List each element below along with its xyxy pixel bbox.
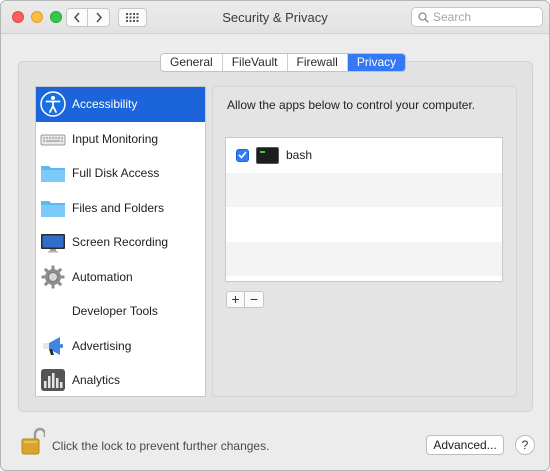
- empty-row: [226, 207, 502, 242]
- sidebar-item-automation[interactable]: Automation: [36, 260, 205, 295]
- megaphone-icon: [40, 333, 66, 359]
- sidebar-item-input-monitoring[interactable]: Input Monitoring: [36, 122, 205, 157]
- remove-app-button[interactable]: −: [245, 292, 263, 307]
- accessibility-icon: [40, 91, 66, 117]
- sidebar-item-label: Developer Tools: [72, 304, 158, 319]
- add-remove-control: + −: [226, 291, 264, 308]
- folder-icon: [40, 195, 66, 221]
- sidebar-item-label: Automation: [72, 269, 133, 284]
- sidebar-item-label: Full Disk Access: [72, 166, 160, 181]
- sidebar-item-files-and-folders[interactable]: Files and Folders: [36, 191, 205, 226]
- sidebar-item-advertising[interactable]: Advertising: [36, 329, 205, 364]
- tab-filevault[interactable]: FileVault: [223, 54, 288, 71]
- sidebar-item-label: Screen Recording: [72, 235, 169, 250]
- search-field[interactable]: [411, 7, 543, 27]
- lock-status-text: Click the lock to prevent further change…: [52, 439, 270, 453]
- tab-firewall[interactable]: Firewall: [288, 54, 348, 71]
- sidebar-item-label: Files and Folders: [72, 200, 165, 215]
- app-checkbox[interactable]: [236, 148, 249, 162]
- privacy-category-list: Accessibility Input Monitoring Full Disk…: [35, 86, 206, 397]
- sidebar-item-analytics[interactable]: Analytics: [36, 363, 205, 398]
- list-item[interactable]: bash: [226, 138, 502, 173]
- title-bar: Security & Privacy: [1, 1, 549, 34]
- sidebar-item-label: Input Monitoring: [72, 131, 159, 146]
- search-icon: [418, 11, 429, 23]
- lock-icon[interactable]: [21, 427, 47, 460]
- analytics-icon: [40, 367, 66, 393]
- window: Security & Privacy General FileVault Fir…: [0, 0, 550, 471]
- sidebar-item-label: Advertising: [72, 338, 132, 353]
- empty-row: [226, 241, 502, 276]
- terminal-icon: [256, 146, 279, 164]
- keyboard-icon: [40, 126, 66, 152]
- empty-row: [226, 172, 502, 207]
- advanced-button[interactable]: Advanced...: [426, 435, 504, 455]
- help-button[interactable]: ?: [515, 435, 535, 455]
- display-icon: [40, 229, 66, 255]
- app-list: bash: [225, 137, 503, 282]
- sidebar-item-label: Analytics: [72, 373, 121, 388]
- add-app-button[interactable]: +: [227, 292, 245, 307]
- app-name: bash: [286, 148, 313, 163]
- folder-icon: [40, 160, 66, 186]
- tab-bar: General FileVault Firewall Privacy: [160, 53, 407, 72]
- sidebar-item-full-disk-access[interactable]: Full Disk Access: [36, 156, 205, 191]
- sidebar-item-label: Accessibility: [72, 97, 138, 112]
- sidebar-item-developer-tools[interactable]: Developer Tools: [36, 294, 205, 329]
- gear-icon: [40, 264, 66, 290]
- sidebar-item-screen-recording[interactable]: Screen Recording: [36, 225, 205, 260]
- search-input[interactable]: [433, 10, 533, 24]
- blank-icon: [40, 298, 66, 324]
- sidebar-item-accessibility[interactable]: Accessibility: [36, 87, 205, 122]
- tab-privacy[interactable]: Privacy: [347, 54, 406, 71]
- checkmark-icon: [238, 151, 247, 159]
- tab-general[interactable]: General: [161, 54, 223, 71]
- permission-description: Allow the apps below to control your com…: [227, 98, 476, 112]
